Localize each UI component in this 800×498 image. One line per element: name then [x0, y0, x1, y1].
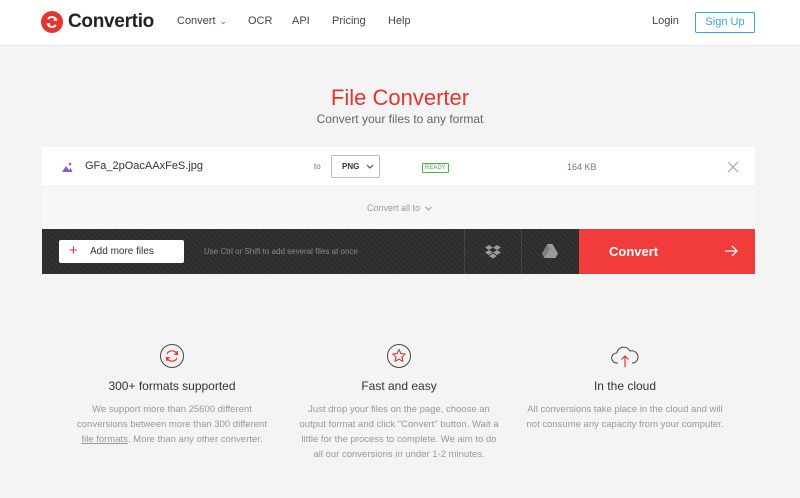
add-more-files-button[interactable]: + Add more files	[59, 240, 184, 263]
convert-all-row: Convert all to	[42, 187, 755, 229]
convert-all-dropdown[interactable]: Convert all to	[367, 203, 433, 213]
chevron-down-icon	[365, 160, 375, 179]
close-icon[interactable]	[727, 160, 739, 178]
signup-button[interactable]: Sign Up	[695, 12, 755, 33]
convert-button-label: Convert	[609, 244, 659, 259]
logo[interactable]: Convertio	[41, 11, 154, 33]
nav-convert[interactable]: Convert ⌄	[177, 15, 227, 27]
cloud-upload-icon	[525, 343, 725, 371]
add-more-files-label: Add more files	[90, 246, 154, 257]
dropbox-button[interactable]	[464, 229, 521, 274]
multi-select-hint: Use Ctrl or Shift to add several files a…	[204, 247, 358, 256]
google-drive-icon	[542, 244, 558, 258]
star-icon	[299, 343, 499, 371]
google-drive-button[interactable]	[521, 229, 578, 274]
feature-title: Fast and easy	[361, 379, 437, 393]
feature-fast: Fast and easy Just drop your files on th…	[299, 343, 499, 462]
feature-formats: 300+ formats supported We support more t…	[72, 343, 272, 447]
logo-text: Convertio	[68, 11, 154, 32]
file-name: GFa_2pOacAAxFeS.jpg	[85, 160, 204, 172]
chevron-down-icon	[425, 206, 432, 211]
nav-api[interactable]: API	[292, 15, 310, 27]
feature-title: 300+ formats supported	[108, 379, 236, 393]
chevron-down-icon: ⌄	[219, 16, 228, 26]
nav-convert-label: Convert	[177, 15, 216, 27]
nav-ocr[interactable]: OCR	[248, 15, 272, 27]
dropbox-icon	[485, 245, 501, 259]
plus-icon: +	[69, 242, 78, 259]
feature-description: Just drop your files on the page, choose…	[299, 404, 499, 460]
to-label: to	[314, 162, 321, 171]
feature-description: We support more than 25600 different con…	[77, 404, 267, 445]
feature-description: All conversions take place in the cloud …	[526, 404, 724, 430]
feature-title: In the cloud	[593, 379, 657, 393]
login-link[interactable]: Login	[652, 15, 679, 27]
file-formats-link[interactable]: file formats	[81, 434, 127, 445]
refresh-icon	[72, 343, 272, 371]
image-file-icon	[60, 160, 74, 179]
top-header: Convertio Convert ⌄ OCR API Pricing Help …	[0, 0, 800, 46]
status-badge: READY	[422, 163, 449, 173]
nav-help[interactable]: Help	[388, 15, 411, 27]
convert-button[interactable]: Convert	[579, 229, 755, 274]
convert-all-label: Convert all to	[367, 203, 421, 213]
nav-pricing[interactable]: Pricing	[332, 15, 366, 27]
page-subtitle: Convert your files to any format	[316, 112, 484, 126]
file-size: 164 KB	[567, 162, 597, 172]
feature-cloud: In the cloud All conversions take place …	[525, 343, 725, 432]
output-format-select[interactable]: PNG	[331, 155, 380, 178]
convertio-logo-icon	[41, 11, 63, 33]
output-format-value: PNG	[342, 162, 360, 171]
action-bar: + Add more files Use Ctrl or Shift to ad…	[42, 229, 755, 274]
file-row: GFa_2pOacAAxFeS.jpg to PNG READY 164 KB	[42, 147, 755, 187]
page-title: File Converter	[330, 85, 470, 110]
arrow-right-icon	[724, 244, 738, 263]
